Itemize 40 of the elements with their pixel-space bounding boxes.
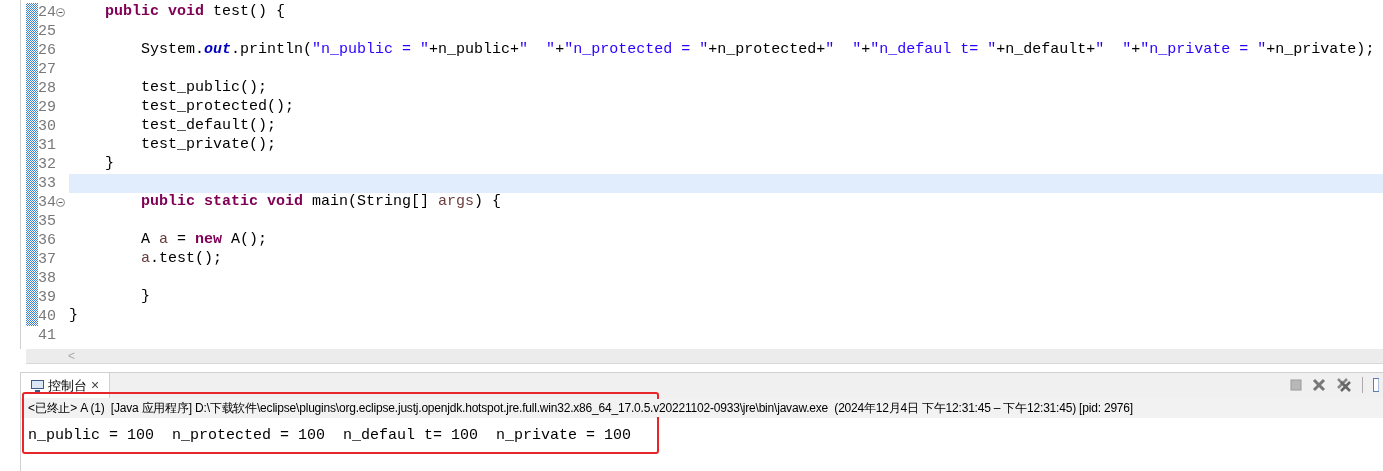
line-number: 35 [38,214,56,229]
line-number: 25 [38,24,56,39]
line-number: 33 [38,176,56,191]
console-output: n_public = 100 n_protected = 100 n_defaul t= 100 n_private = 100 [28,427,632,444]
code-line: public void test() { [104,2,286,23]
code-line: } [140,287,150,308]
line-number: 29 [38,100,56,115]
line-number: 30 [38,119,56,134]
line-number: 34 [38,195,56,210]
code-line: } [104,154,114,175]
code-line: public static void main(String[] args) { [140,192,502,213]
code-line: a.test(); [140,249,223,270]
remove-icon[interactable] [1312,378,1326,392]
code-line: A a = new A(); [140,230,268,251]
line-number: 37 [38,252,56,267]
close-button[interactable]: × [91,375,100,396]
console-tab[interactable]: 控制台 × [21,373,111,398]
line-number: 27 [38,62,56,77]
line-number: 38 [38,271,56,286]
code-line: test_public(); [140,78,268,99]
line-number: 32 [38,157,56,172]
line-number: 41 [38,328,56,343]
console-header: <已终止> A (1) [Java 应用程序] D:\下载软件\eclipse\plugins\org.eclipse.justj.openjdk.hotspot.jre.full.win32.x86_64_17.0.5.v20221102-0933\jre\bin\javaw.exe (2024年12月4日 下午12:31:45 – 下午12:31:45) [pid: 2976] [28,399,1133,417]
monitor-icon [31,379,44,392]
code-line: } [69,306,78,327]
line-number: 31 [38,138,56,153]
line-number: 24 [38,5,56,20]
collapse-icon[interactable] [56,198,65,207]
code-line: test_protected(); [140,97,295,118]
code-line: System.out.println("n_public = "+n_public+" "+"n_protected = "+n_protected+" "+"n_defaul t= "+n_default+" "+"n_private = "+n_private); [140,40,1375,61]
remove-all-icon[interactable] [1336,377,1352,393]
code-line: test_private(); [140,135,277,156]
line-number: 40 [38,309,56,324]
document-icon[interactable] [1373,378,1379,392]
line-number: 28 [38,81,56,96]
line-number: 39 [38,290,56,305]
collapse-icon[interactable] [56,8,65,17]
line-number: 36 [38,233,56,248]
line-number: 26 [38,43,56,58]
code-line: test_default(); [140,116,277,137]
